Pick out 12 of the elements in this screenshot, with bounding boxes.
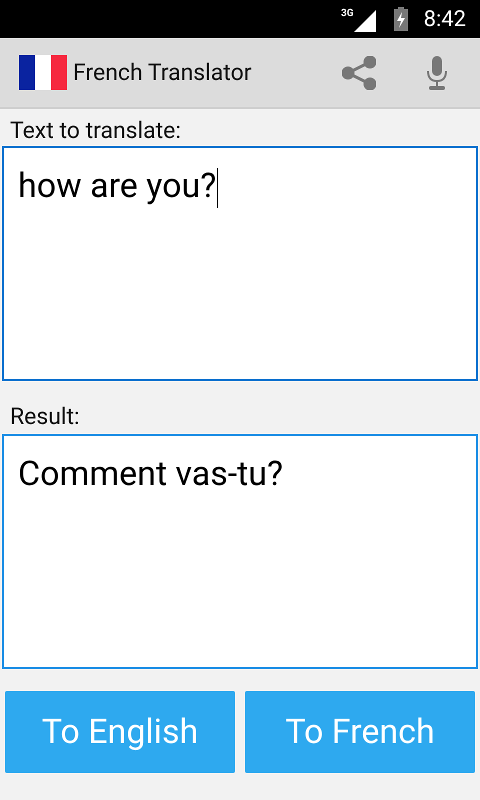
input-label: Text to translate: bbox=[9, 116, 182, 146]
result-field[interactable]: Comment vas-tu? bbox=[2, 434, 478, 669]
microphone-icon[interactable] bbox=[426, 56, 448, 90]
input-field[interactable]: how are you? bbox=[2, 146, 478, 381]
signal-icon bbox=[354, 10, 376, 32]
battery-icon bbox=[394, 7, 408, 31]
share-icon[interactable] bbox=[342, 56, 376, 90]
app-title: French Translator bbox=[73, 59, 252, 86]
flag-icon bbox=[19, 55, 67, 90]
result-label: Result: bbox=[9, 402, 81, 432]
clock: 8:42 bbox=[424, 6, 466, 32]
network-type: 3G bbox=[341, 8, 354, 19]
